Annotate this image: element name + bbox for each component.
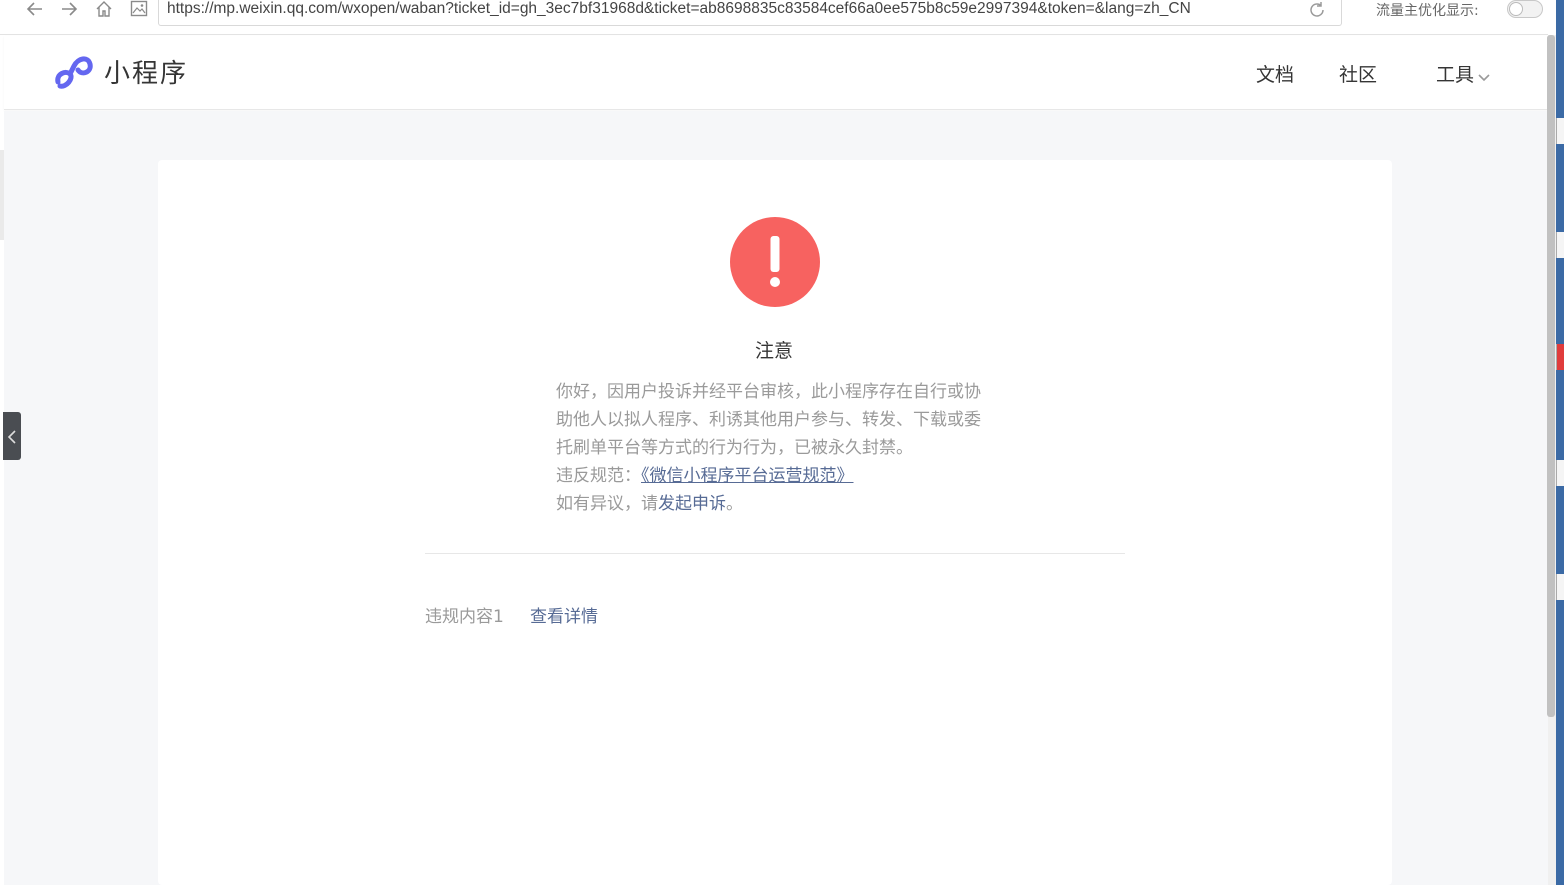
rule-link[interactable]: 《微信小程序平台运营规范》 — [641, 466, 854, 486]
desktop-file-icon[interactable] — [1556, 232, 1564, 258]
desktop-pdf-icon[interactable] — [1556, 344, 1564, 370]
notice-title: 注意 — [754, 340, 793, 362]
forward-arrow-icon[interactable] — [58, 0, 80, 22]
violation-label: 违规内容1 — [425, 607, 504, 627]
toggle-knob — [1509, 2, 1523, 16]
left-edge-panel — [0, 150, 4, 240]
miniprogram-logo-icon[interactable] — [52, 52, 94, 90]
rule-prefix: 违反规范： — [556, 466, 641, 486]
logo-text[interactable]: 小程序 — [104, 53, 188, 90]
notice-line-2: 助他人以拟人程序、利诱其他用户参与、转发、下载或委 — [556, 410, 981, 430]
appeal-prefix: 如有异议，请 — [556, 494, 658, 514]
nav-tools-label: 工具 — [1436, 64, 1475, 86]
notice-line-1: 你好，因用户投诉并经平台审核，此小程序存在自行或协 — [556, 382, 981, 402]
url-text: https://mp.weixin.qq.com/wxopen/waban?ti… — [167, 0, 1191, 17]
appeal-link[interactable]: 发起申诉 — [658, 494, 726, 514]
nav-tools[interactable]: 工具 — [1436, 60, 1490, 87]
desktop-file-icon[interactable] — [1556, 574, 1564, 600]
optimize-display-toggle[interactable] — [1507, 0, 1543, 18]
appeal-line: 如有异议，请发起申诉。 — [556, 490, 1006, 518]
browser-toolbar: https://mp.weixin.qq.com/wxopen/waban?ti… — [0, 0, 1548, 35]
reload-icon[interactable] — [1307, 0, 1327, 20]
image-icon[interactable] — [128, 0, 150, 22]
optimize-display-label: 流量主优化显示: — [1376, 3, 1479, 19]
rule-line: 违反规范：《微信小程序平台运营规范》 — [556, 462, 1006, 490]
back-arrow-icon[interactable] — [24, 0, 46, 22]
desktop-file-icon[interactable] — [1556, 460, 1564, 486]
exclamation-circle-icon — [729, 216, 821, 308]
side-collapse-tab[interactable] — [3, 412, 21, 460]
appeal-suffix: 。 — [726, 494, 743, 514]
address-bar[interactable]: https://mp.weixin.qq.com/wxopen/waban?ti… — [158, 0, 1342, 26]
chevron-left-icon — [7, 426, 17, 445]
view-details-link[interactable]: 查看详情 — [530, 602, 598, 627]
divider — [425, 553, 1125, 554]
notice-line-3: 托刷单平台等方式的行为行为，已被永久封禁。 — [556, 438, 913, 458]
scrollbar-thumb[interactable] — [1547, 35, 1555, 717]
nav-docs[interactable]: 文档 — [1256, 60, 1294, 87]
notice-message: 你好，因用户投诉并经平台审核，此小程序存在自行或协 助他人以拟人程序、利诱其他用… — [556, 378, 1006, 518]
desktop-file-icon[interactable] — [1556, 118, 1564, 144]
home-icon[interactable] — [93, 0, 115, 22]
nav-community[interactable]: 社区 — [1339, 60, 1377, 87]
chevron-down-icon — [1478, 65, 1490, 87]
site-header: 小程序 文档 社区 工具 — [4, 36, 1548, 110]
